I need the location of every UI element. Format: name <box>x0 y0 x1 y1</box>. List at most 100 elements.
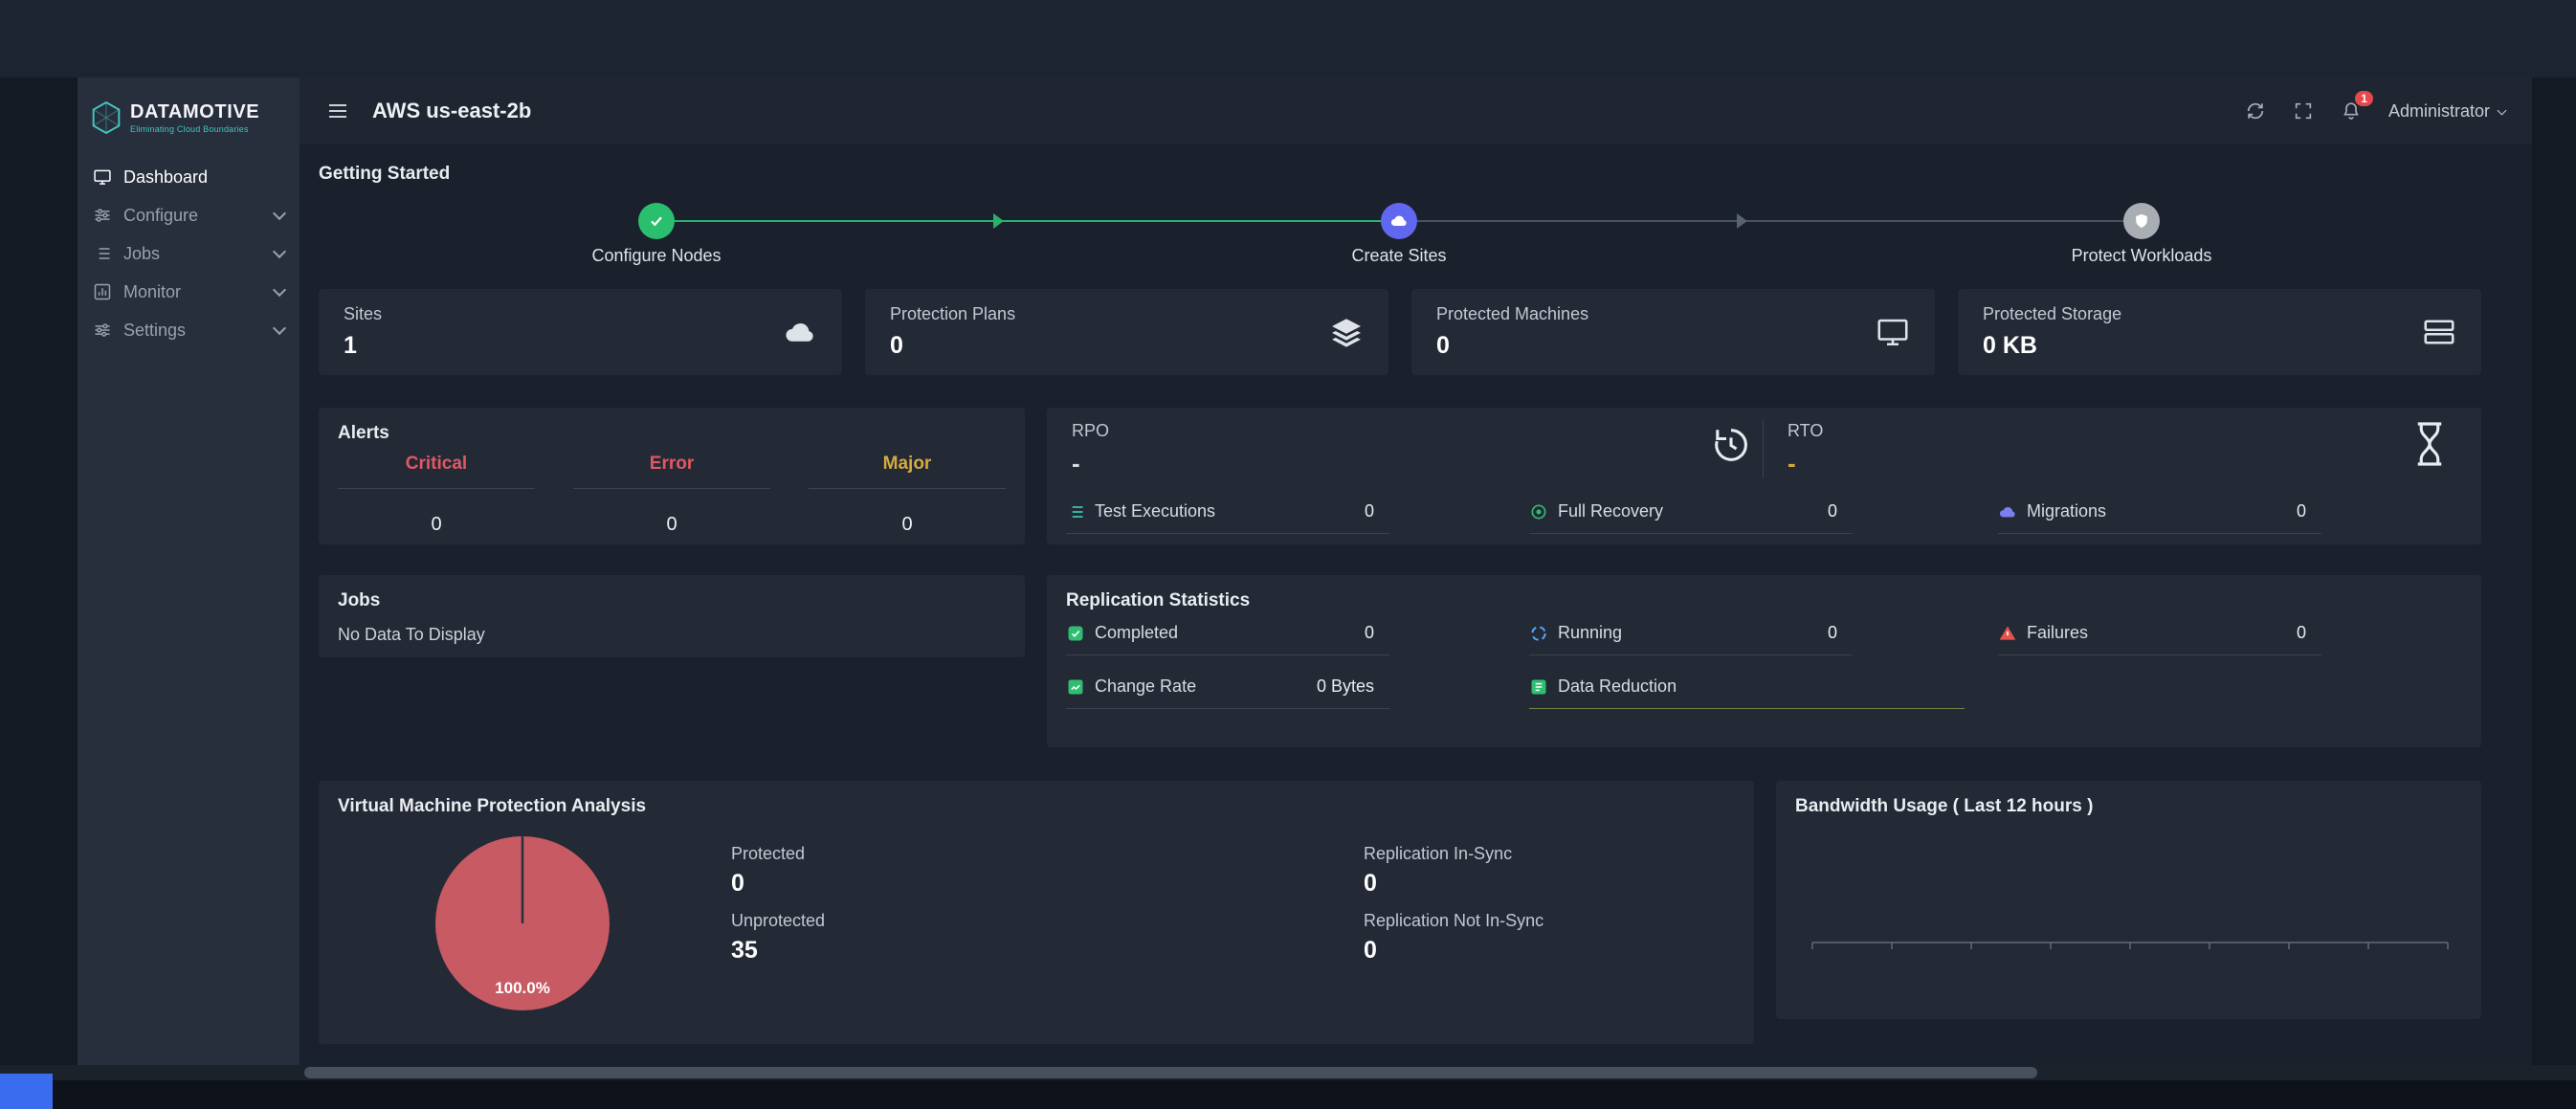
vm-stat-label: Protected <box>731 844 825 864</box>
metric-value: 0 Bytes <box>1317 676 1389 697</box>
vm-stats-column: Replication In-Sync 0 Replication Not In… <box>1364 844 1543 978</box>
divider <box>1763 419 1764 478</box>
stat-label: Sites <box>344 304 382 324</box>
warning-icon <box>1998 624 2017 643</box>
metric-value: 0 <box>1828 501 1853 521</box>
list-icon <box>1066 502 1085 521</box>
metric-label: Running <box>1558 623 1622 643</box>
brand-logo-icon <box>91 100 122 135</box>
stat-label: Protection Plans <box>890 304 1015 324</box>
horizontal-scrollbar[interactable] <box>0 1065 2576 1080</box>
metric-value: 0 <box>2297 623 2321 643</box>
bandwidth-title: Bandwidth Usage ( Last 12 hours ) <box>1795 796 2093 817</box>
sidebar-item-label: Jobs <box>123 244 160 264</box>
alert-critical-value: 0 <box>319 514 554 536</box>
brand-name: DATAMOTIVE <box>130 102 259 122</box>
main-content: Getting Started Configure Nodes Create S… <box>300 144 2532 1065</box>
bottom-left-accent <box>0 1074 53 1109</box>
vm-stat-label: Replication In-Sync <box>1364 844 1543 864</box>
scrollbar-thumb[interactable] <box>304 1067 2037 1078</box>
stat-label: Protected Machines <box>1436 304 1588 324</box>
bandwidth-chart-axis <box>1810 942 2450 957</box>
sidebar-item-configure[interactable]: Configure <box>78 196 300 234</box>
vm-stat-label: Replication Not In-Sync <box>1364 911 1543 931</box>
storage-icon <box>2422 315 2456 349</box>
pie-percentage-label: 100.0% <box>495 979 550 997</box>
notifications-button[interactable]: 1 <box>2341 100 2362 122</box>
step-configure-nodes[interactable] <box>638 203 675 239</box>
check-square-icon <box>1066 624 1085 643</box>
step-create-sites[interactable] <box>1381 203 1417 239</box>
chevron-down-icon <box>273 322 286 335</box>
metric-value: 0 <box>2297 501 2321 521</box>
alerts-title: Alerts <box>338 423 389 444</box>
cloud-icon <box>1389 211 1409 231</box>
stepper-arrow-icon <box>993 213 1004 229</box>
stat-label: Protected Storage <box>1983 304 2121 324</box>
alerts-grid: Critical 0 Error 0 Major 0 <box>319 454 1025 536</box>
stat-value: 0 <box>1436 332 1588 360</box>
step-label: Protect Workloads <box>1998 246 2285 266</box>
topbar: AWS us-east-2b 1 Administrator <box>300 78 2532 144</box>
replication-title: Replication Statistics <box>1066 590 1250 611</box>
metric-change-rate: Change Rate 0 Bytes <box>1066 676 1389 709</box>
vm-protection-pie-chart: 100.0% <box>432 832 613 1014</box>
metric-failures: Failures 0 <box>1998 623 2321 655</box>
stepper-segment-complete <box>656 220 1399 222</box>
user-menu[interactable]: Administrator <box>2388 101 2505 122</box>
stat-card-protection-plans: Protection Plans 0 <box>865 289 1388 375</box>
bandwidth-card: Bandwidth Usage ( Last 12 hours ) <box>1776 781 2481 1019</box>
vm-stat-value: 0 <box>1364 870 1543 898</box>
metric-label: Full Recovery <box>1558 501 1663 521</box>
shield-icon <box>2132 211 2151 231</box>
refresh-button[interactable] <box>2245 100 2266 122</box>
recovery-card: RPO - RTO - <box>1047 408 2481 544</box>
replication-statistics-card: Replication Statistics Completed 0 Runni… <box>1047 575 2481 747</box>
stat-cards-row: Sites 1 Protection Plans 0 <box>319 289 2481 375</box>
rpo-block: RPO - <box>1072 421 1109 478</box>
sidebar: DATAMOTIVE Eliminating Cloud Boundaries … <box>78 78 300 1065</box>
step-protect-workloads[interactable] <box>2123 203 2160 239</box>
stepper-arrow-icon <box>1737 213 1747 229</box>
rpo-value: - <box>1072 449 1109 478</box>
metric-value: 0 <box>1365 501 1389 521</box>
alert-error-value: 0 <box>554 514 789 536</box>
metric-full-recovery: Full Recovery 0 <box>1529 501 1853 534</box>
chevron-down-icon <box>273 207 286 220</box>
rpo-label: RPO <box>1072 421 1109 441</box>
metric-test-executions: Test Executions 0 <box>1066 501 1389 534</box>
page: DATAMOTIVE Eliminating Cloud Boundaries … <box>0 0 2576 1109</box>
metric-migrations: Migrations 0 <box>1998 501 2321 534</box>
vm-stat-value: 35 <box>731 937 825 965</box>
list-icon <box>93 244 112 263</box>
metric-label: Change Rate <box>1095 676 1196 697</box>
sidebar-item-dashboard[interactable]: Dashboard <box>78 158 300 196</box>
alert-error-label: Error <box>573 454 770 489</box>
check-icon <box>647 211 666 231</box>
topbar-actions: 1 Administrator <box>2245 100 2505 122</box>
sidebar-item-monitor[interactable]: Monitor <box>78 273 300 311</box>
vm-stat-value: 0 <box>1364 937 1543 965</box>
vm-protection-card: Virtual Machine Protection Analysis 100.… <box>319 781 1754 1044</box>
metric-label: Completed <box>1095 623 1178 643</box>
jobs-title: Jobs <box>338 590 380 611</box>
metric-value: 0 <box>1365 623 1389 643</box>
trend-icon <box>1066 677 1085 697</box>
rto-label: RTO <box>1788 421 1823 441</box>
jobs-card: Jobs No Data To Display <box>319 575 1025 657</box>
sidebar-item-settings[interactable]: Settings <box>78 311 300 349</box>
sidebar-item-label: Dashboard <box>123 167 208 188</box>
sidebar-item-label: Configure <box>123 206 198 226</box>
metric-value: 0 <box>1828 623 1853 643</box>
stat-value: 0 KB <box>1983 332 2121 360</box>
alert-major-label: Major <box>809 454 1006 489</box>
metric-label: Data Reduction <box>1558 676 1677 697</box>
sidebar-item-jobs[interactable]: Jobs <box>78 234 300 273</box>
notification-badge: 1 <box>2355 91 2373 106</box>
fullscreen-button[interactable] <box>2293 100 2314 122</box>
chevron-down-icon <box>2498 105 2507 115</box>
compress-icon <box>1529 677 1548 697</box>
stat-card-sites: Sites 1 <box>319 289 842 375</box>
hourglass-icon <box>2409 419 2450 469</box>
menu-button[interactable] <box>326 100 349 122</box>
